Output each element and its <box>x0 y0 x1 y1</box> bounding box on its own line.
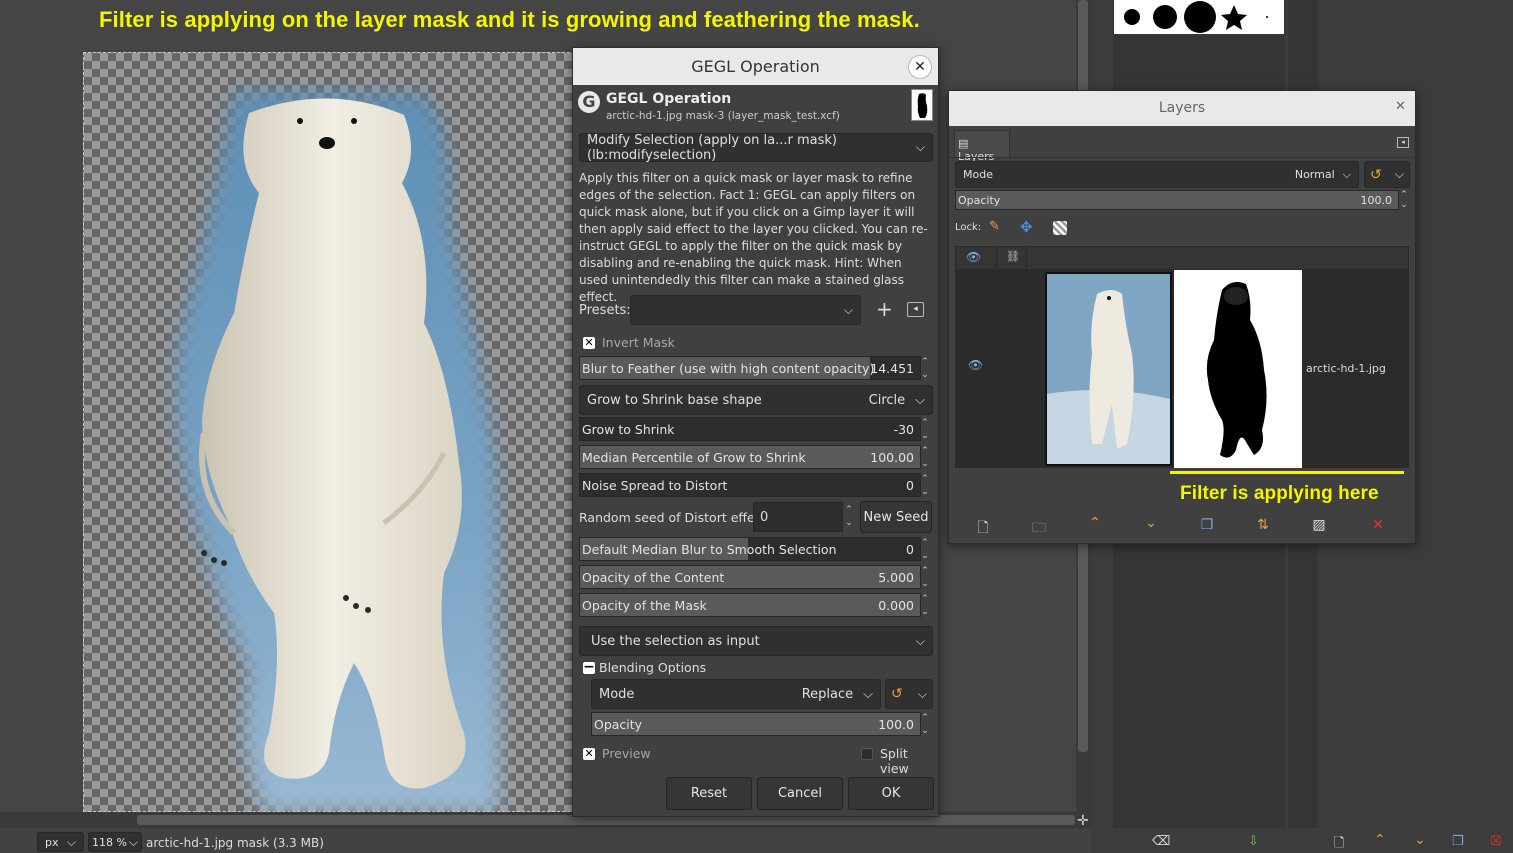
new-layer-icon[interactable]: 🗋 <box>973 517 993 541</box>
status-bar: px ⌵ 118 % ⌵ arctic-hd-1.jpg mask (3.3 MB) <box>0 828 1091 853</box>
new-group-icon[interactable]: 🗀 <box>1029 517 1049 541</box>
preset-menu-icon[interactable]: ◂ <box>907 302 924 317</box>
layer-opacity-slider[interactable]: Opacity 100.0 <box>955 190 1399 210</box>
close-button[interactable]: ✕ <box>908 55 932 79</box>
seed-spin[interactable]: ⌃ ⌄ <box>843 504 855 530</box>
seed-label: Random seed of Distort effect <box>579 510 767 525</box>
merge-down-icon[interactable]: ⇅ <box>1253 517 1273 533</box>
chain-header-icon[interactable]: ⛓ <box>1006 250 1020 263</box>
blending-collapse-toggle[interactable]: − <box>583 660 595 674</box>
layer-mode-reset[interactable]: ↺ ⌵ <box>1364 161 1410 188</box>
blending-options-label: Blending Options <box>599 660 707 675</box>
split-view-checkbox[interactable] <box>861 748 873 760</box>
polar-bear-image <box>176 91 501 811</box>
layer-visibility-icon[interactable]: 👁 <box>968 358 983 372</box>
annotation-top: Filter is applying on the layer mask and… <box>99 7 920 32</box>
mask-thumbnail <box>911 89 933 121</box>
annotation-layers: Filter is applying here <box>1180 483 1379 504</box>
duplicate-icon[interactable]: ❐ <box>1452 834 1464 849</box>
layer-mode-select[interactable]: Mode Normal ⌵ <box>955 161 1359 188</box>
status-info: arctic-hd-1.jpg mask (3.3 MB) <box>146 836 324 850</box>
invert-mask-checkbox[interactable]: ✕ <box>583 337 595 349</box>
layer-opacity-spin[interactable]: ⌃ ⌄ <box>1398 190 1410 210</box>
new-icon[interactable]: 🗋 <box>1334 834 1344 853</box>
operation-select[interactable]: Modify Selection (apply on la...r mask) … <box>579 133 933 163</box>
layers-toolbar: 🗋 🗀 ⌃ ⌄ ❐ ⇅ ▨ ✕ <box>949 509 1415 543</box>
header-subtitle: arctic-hd-1.jpg mask-3 (layer_mask_test.… <box>606 110 840 122</box>
reset-icon: ↺ <box>891 686 903 702</box>
opacity-mask-spin[interactable]: ⌃ ⌄ <box>919 593 931 619</box>
layer-mask-thumbnail[interactable] <box>1174 270 1302 468</box>
ok-button[interactable]: OK <box>848 777 934 810</box>
delete-layer-icon[interactable]: ✕ <box>1368 517 1388 533</box>
opacity-mask-slider[interactable]: Opacity of the Mask 0.000 <box>579 593 921 617</box>
grow-shrink-spin[interactable]: ⌃ ⌄ <box>919 417 931 443</box>
add-mask-icon[interactable]: ▨ <box>1309 517 1329 533</box>
blend-mode-select[interactable]: Mode Replace ⌵ <box>591 679 881 709</box>
input-source-select[interactable]: Use the selection as input ⌵ <box>579 626 933 656</box>
tab-layers[interactable]: ▤ Layers <box>954 130 1010 163</box>
tab-menu-icon[interactable]: ◂ <box>1397 137 1409 148</box>
lock-position-icon[interactable]: ✥ <box>1020 218 1033 236</box>
grow-shrink-slider[interactable]: Grow to Shrink -30 <box>579 417 921 441</box>
layer-list-header: 👁 ⛓ <box>955 246 1409 270</box>
delete-brush-icon[interactable]: ⌫ <box>1152 834 1170 849</box>
blend-opacity-spin[interactable]: ⌃ ⌄ <box>919 712 931 738</box>
layer-thumbnail[interactable] <box>1045 272 1172 466</box>
noise-spread-spin[interactable]: ⌃ ⌄ <box>919 473 931 499</box>
filter-description: Apply this filter on a quick mask or lay… <box>579 171 928 304</box>
split-view-label: Split view <box>880 746 909 776</box>
presets-label: Presets: <box>579 303 631 318</box>
new-seed-button[interactable]: New Seed <box>860 501 932 533</box>
image-canvas[interactable] <box>83 52 575 812</box>
seed-input[interactable]: 0 <box>753 502 843 532</box>
zoom-select[interactable]: 118 % ⌵ <box>88 832 142 852</box>
duplicate-layer-icon[interactable]: ❐ <box>1197 517 1217 533</box>
brush-preview[interactable] <box>1114 0 1284 34</box>
lock-alpha-icon[interactable] <box>1053 221 1067 235</box>
lock-label: Lock: <box>955 222 982 233</box>
unit-select[interactable]: px ⌵ <box>37 832 84 852</box>
add-preset-icon[interactable]: + <box>876 297 893 321</box>
opacity-content-spin[interactable]: ⌃ ⌄ <box>919 565 931 591</box>
lower-icon[interactable]: ⌄ <box>1414 832 1426 848</box>
noise-spread-slider[interactable]: Noise Spread to Distort 0 <box>579 473 921 497</box>
gegl-logo-icon: G <box>578 91 600 113</box>
layers-dialog-title: Layers <box>949 91 1415 126</box>
median-blur-slider[interactable]: Default Median Blur to Smooth Selection 0 <box>579 537 921 561</box>
blur-feather-slider[interactable]: Blur to Feather (use with high content o… <box>579 356 921 380</box>
invert-mask-label: Invert Mask <box>602 335 675 350</box>
median-percentile-spin[interactable]: ⌃ ⌄ <box>919 445 931 471</box>
visibility-header-icon[interactable]: 👁 <box>966 250 981 264</box>
blur-feather-spin[interactable]: ⌃ ⌄ <box>919 356 931 382</box>
lower-layer-icon[interactable]: ⌄ <box>1141 515 1161 531</box>
preview-checkbox[interactable]: ✕ <box>583 748 595 760</box>
raise-layer-icon[interactable]: ⌃ <box>1085 515 1105 531</box>
layers-tab-icon: ▤ <box>958 137 969 150</box>
delete-icon[interactable]: ☒ <box>1490 834 1502 849</box>
reset-button[interactable]: Reset <box>666 777 752 810</box>
layer-row[interactable]: 👁 arctic-hd-1.jpg <box>955 270 1409 468</box>
annotation-underline <box>1170 471 1404 474</box>
layer-reset-icon: ↺ <box>1370 166 1382 183</box>
median-percentile-slider[interactable]: Median Percentile of Grow to Shrink 100.0… <box>579 445 921 469</box>
preview-label: Preview <box>602 746 651 761</box>
gegl-dialog: GEGL Operation ✕ G GEGL Operation arctic… <box>572 47 939 817</box>
base-shape-select[interactable]: Grow to Shrink base shape Circle ⌵ <box>579 385 933 415</box>
gegl-dialog-title: GEGL Operation <box>573 48 938 85</box>
blend-reset-combo[interactable]: ↺ ⌵ <box>885 679 933 709</box>
opacity-content-slider[interactable]: Opacity of the Content 5.000 <box>579 565 921 589</box>
navigate-icon[interactable]: ✛ <box>1077 813 1089 829</box>
blend-opacity-slider[interactable]: Opacity 100.0 <box>591 712 921 736</box>
layers-close-icon[interactable]: ✕ <box>1395 99 1406 114</box>
header-title: GEGL Operation <box>606 91 732 107</box>
median-blur-spin[interactable]: ⌃ ⌄ <box>919 537 931 563</box>
layers-dialog: Layers ✕ ▤ Layers ◂ Mode Normal ⌵ ↺ ⌵ Opaci… <box>948 90 1416 544</box>
cancel-button[interactable]: Cancel <box>757 777 843 810</box>
lock-pixels-icon[interactable]: ✎ <box>989 219 1000 234</box>
export-icon[interactable]: ⇩ <box>1248 834 1259 849</box>
layer-name[interactable]: arctic-hd-1.jpg <box>1306 362 1386 375</box>
raise-icon[interactable]: ⌃ <box>1374 832 1386 848</box>
presets-select[interactable]: ⌵ <box>630 295 861 325</box>
